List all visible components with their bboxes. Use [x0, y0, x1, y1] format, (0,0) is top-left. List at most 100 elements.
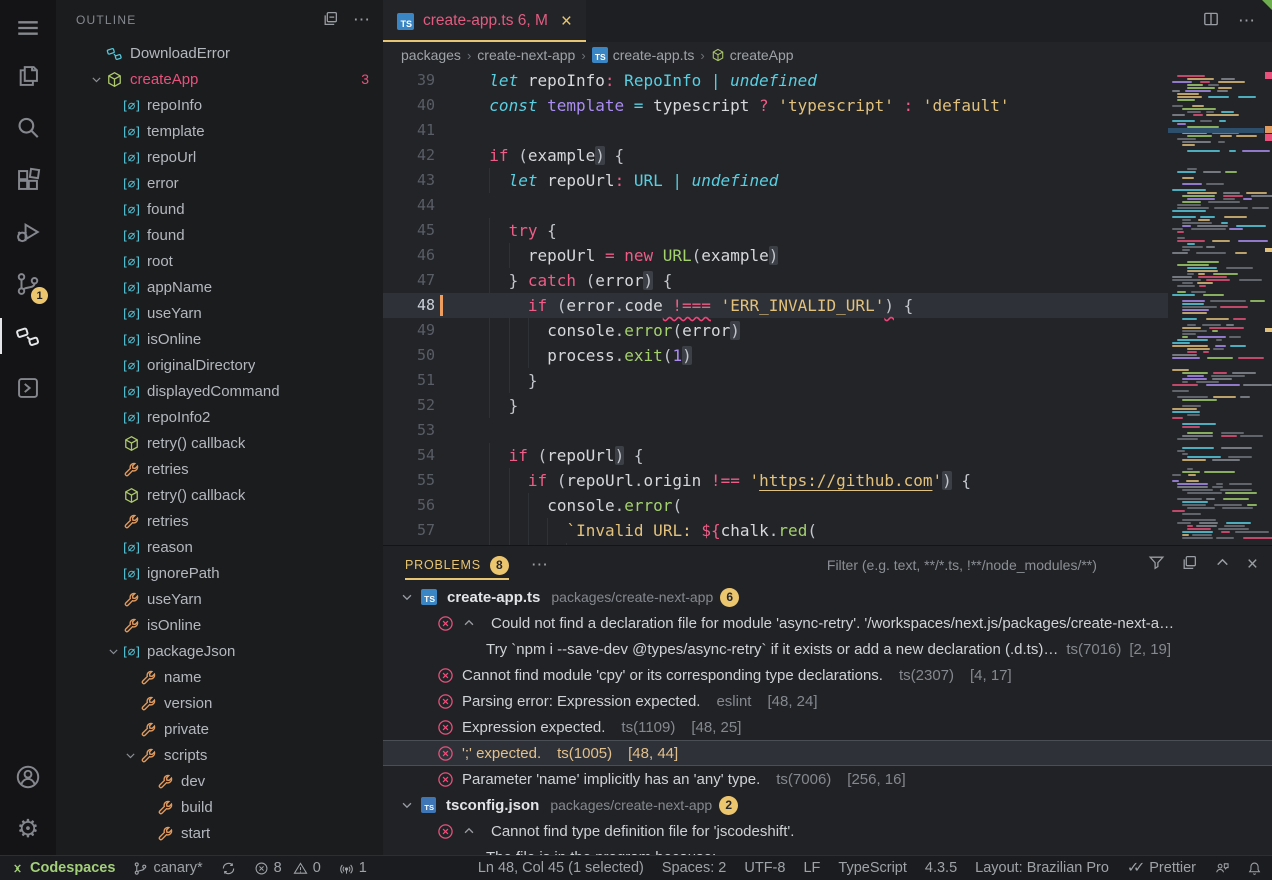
menu-icon[interactable]	[0, 6, 56, 50]
account-icon[interactable]	[0, 751, 56, 803]
source-control-icon[interactable]: 1	[0, 258, 56, 310]
outline-item-reason[interactable]: [∅]reason	[56, 534, 383, 560]
feedback-icon[interactable]	[1214, 861, 1229, 876]
chevron-down-icon[interactable]	[400, 798, 414, 812]
encoding[interactable]: UTF-8	[744, 860, 785, 876]
eol[interactable]: LF	[803, 860, 820, 876]
outline-item-found[interactable]: [∅]found	[56, 196, 383, 222]
problem-row[interactable]: Parameter 'name' implicitly has an 'any'…	[383, 766, 1272, 792]
outline-item-retry-callback[interactable]: retry() callback	[56, 482, 383, 508]
code-line-46[interactable]: 46repoUrl = new URL(example)	[383, 243, 1168, 268]
chevron-down-icon[interactable]	[400, 590, 414, 604]
code-line-51[interactable]: 51}	[383, 368, 1168, 393]
code-line-52[interactable]: 52}	[383, 393, 1168, 418]
problems-group-create-app-ts[interactable]: TScreate-app.tspackages/create-next-app6	[383, 584, 1272, 610]
outline-item-useyarn[interactable]: useYarn	[56, 586, 383, 612]
outline-item-downloaderror[interactable]: DownloadError	[56, 40, 383, 66]
sidebar-more-icon[interactable]: ⋯	[353, 10, 371, 30]
outline-item-isonline[interactable]: isOnline	[56, 612, 383, 638]
tab-create-app[interactable]: TS create-app.ts 6, M ×	[383, 0, 586, 42]
code-line-42[interactable]: 42if (example) {	[383, 143, 1168, 168]
chevron-down-icon[interactable]	[121, 749, 139, 762]
outline-item-root[interactable]: [∅]root	[56, 248, 383, 274]
outline-item-useyarn[interactable]: [∅]useYarn	[56, 300, 383, 326]
code-line-54[interactable]: 54if (repoUrl) {	[383, 443, 1168, 468]
symbols-view-icon[interactable]	[0, 310, 56, 362]
chevron-down-icon[interactable]	[87, 73, 105, 86]
code-line-55[interactable]: 55if (repoUrl.origin !== 'https://github…	[383, 468, 1168, 493]
outline-item-retry-callback[interactable]: retry() callback	[56, 430, 383, 456]
panel-collapse-icon[interactable]	[1214, 554, 1231, 576]
problem-row[interactable]: Cannot find type definition file for 'js…	[383, 818, 1272, 844]
breadcrumb-item-create-app-ts[interactable]: TScreate-app.ts	[592, 47, 695, 63]
outline-item-build[interactable]: build	[56, 794, 383, 820]
outline-item-private[interactable]: private	[56, 716, 383, 742]
outline-item-dev[interactable]: dev	[56, 768, 383, 794]
outline-item-isonline[interactable]: [∅]isOnline	[56, 326, 383, 352]
git-branch-item[interactable]: canary*	[133, 860, 202, 876]
outline-item-retries[interactable]: retries	[56, 456, 383, 482]
breadcrumb-item-createapp[interactable]: createApp	[711, 47, 794, 63]
code-line-56[interactable]: 56console.error(	[383, 493, 1168, 518]
code-line-48[interactable]: 48if (error.code !=== 'ERR_INVALID_URL')…	[383, 293, 1168, 318]
outline-item-displayedcommand[interactable]: [∅]displayedCommand	[56, 378, 383, 404]
code-line-53[interactable]: 53	[383, 418, 1168, 443]
problem-row-continuation[interactable]: Try `npm i --save-dev @types/async-retry…	[383, 636, 1272, 662]
tab-problems[interactable]: PROBLEMS 8	[405, 546, 509, 584]
remote-explorer-icon[interactable]	[0, 362, 56, 414]
breadcrumb-item-create-next-app[interactable]: create-next-app	[477, 47, 575, 63]
search-icon[interactable]	[0, 102, 56, 154]
breadcrumb-item-packages[interactable]: packages	[401, 47, 461, 63]
outline-item-repourl[interactable]: [∅]repoUrl	[56, 144, 383, 170]
panel-more-icon[interactable]: ⋯	[531, 555, 549, 575]
collapse-all-icon[interactable]	[322, 10, 339, 30]
code-line-44[interactable]: 44	[383, 193, 1168, 218]
problems-filter-input[interactable]	[827, 557, 1132, 573]
extensions-icon[interactable]	[0, 154, 56, 206]
outline-item-createapp[interactable]: createApp3	[56, 66, 383, 92]
problem-row[interactable]: Expression expected.ts(1109)[48, 25]	[383, 714, 1272, 740]
chevron-down-icon[interactable]	[104, 645, 122, 658]
code-line-41[interactable]: 41	[383, 118, 1168, 143]
code-line-57[interactable]: 57`Invalid URL: ${chalk.red(	[383, 518, 1168, 543]
panel-layout-icon[interactable]	[1181, 554, 1198, 576]
code-line-47[interactable]: 47} catch (error) {	[383, 268, 1168, 293]
layout-item[interactable]: Layout: Brazilian Pro	[975, 860, 1109, 876]
code-line-49[interactable]: 49console.error(error)	[383, 318, 1168, 343]
editor-more-icon[interactable]: ⋯	[1238, 11, 1256, 31]
chevron-up-icon[interactable]	[462, 824, 483, 838]
split-editor-icon[interactable]	[1202, 10, 1220, 33]
outline-item-packagejson[interactable]: [∅]packageJson	[56, 638, 383, 664]
outline-item-found[interactable]: [∅]found	[56, 222, 383, 248]
outline-item-appname[interactable]: [∅]appName	[56, 274, 383, 300]
outline-item-name[interactable]: name	[56, 664, 383, 690]
indentation[interactable]: Spaces: 2	[662, 860, 727, 876]
problem-row[interactable]: Cannot find module 'cpy' or its correspo…	[383, 662, 1272, 688]
problem-row[interactable]: Parsing error: Expression expected.eslin…	[383, 688, 1272, 714]
outline-item-template[interactable]: [∅]template	[56, 118, 383, 144]
code-line-45[interactable]: 45try {	[383, 218, 1168, 243]
explorer-icon[interactable]	[0, 50, 56, 102]
outline-item-retries[interactable]: retries	[56, 508, 383, 534]
remote-indicator[interactable]: Codespaces	[10, 860, 115, 876]
ts-version[interactable]: 4.3.5	[925, 860, 957, 876]
code-line-39[interactable]: 39let repoInfo: RepoInfo | undefined	[383, 68, 1168, 93]
problem-row[interactable]: Could not find a declaration file for mo…	[383, 610, 1272, 636]
outline-item-error[interactable]: [∅]error	[56, 170, 383, 196]
sync-icon[interactable]	[221, 861, 236, 876]
filter-icon[interactable]	[1148, 554, 1165, 576]
formatter-item[interactable]: ✓✓ Prettier	[1127, 860, 1196, 876]
language-mode[interactable]: TypeScript	[838, 860, 907, 876]
ports-item[interactable]: 1	[339, 860, 367, 876]
code-line-58[interactable]: 58`"${example}"`	[383, 543, 1168, 545]
chevron-up-icon[interactable]	[462, 616, 483, 630]
problem-row-continuation[interactable]: The file is in the program because:	[383, 844, 1272, 855]
outline-item-version[interactable]: version	[56, 690, 383, 716]
notifications-bell-icon[interactable]	[1247, 861, 1262, 876]
outline-item-start[interactable]: start	[56, 820, 383, 846]
run-debug-icon[interactable]	[0, 206, 56, 258]
outline-item-originaldirectory[interactable]: [∅]originalDirectory	[56, 352, 383, 378]
code-line-50[interactable]: 50process.exit(1)	[383, 343, 1168, 368]
code-line-40[interactable]: 40const template = typescript ? 'typescr…	[383, 93, 1168, 118]
problem-row[interactable]: ';' expected.ts(1005)[48, 44]	[383, 740, 1272, 766]
